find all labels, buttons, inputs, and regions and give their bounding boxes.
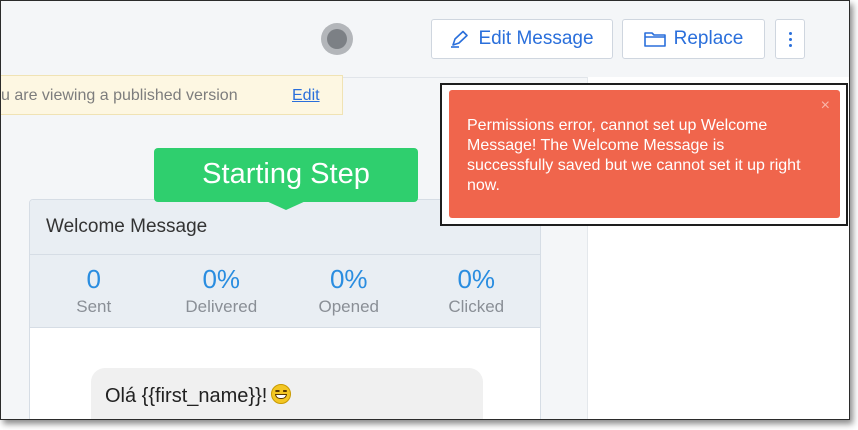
stat-label: Opened — [318, 297, 380, 316]
app-window: Edit Message Replace u are viewing a pub… — [0, 0, 850, 420]
stat-label: Clicked — [448, 297, 505, 316]
kebab-menu-icon — [788, 31, 792, 47]
top-toolbar: Edit Message Replace — [1, 1, 849, 78]
close-icon[interactable]: × — [821, 96, 830, 116]
message-preview-body: Olá {{first_name}}! — [105, 385, 268, 407]
published-version-notice: u are viewing a published version Edit — [1, 75, 343, 115]
folder-icon — [643, 30, 666, 48]
stats-row: 0 Sent 0% Delivered 0% Opened 0% Clicked — [30, 255, 540, 328]
replace-label: Replace — [673, 28, 744, 49]
stat-opened: 0% Opened — [285, 255, 413, 327]
grinning-face-icon — [271, 384, 292, 404]
stat-label: Sent — [76, 297, 112, 316]
stat-label: Delivered — [185, 297, 258, 316]
stat-value: 0% — [202, 264, 241, 294]
message-preview-bubble: Olá {{first_name}}! — [91, 368, 483, 419]
stat-value: 0% — [457, 264, 496, 294]
welcome-message-card[interactable]: Welcome Message 0 Sent 0% Delivered 0% O… — [29, 199, 541, 419]
error-toast-highlight: × Permissions error, cannot set up Welco… — [440, 83, 848, 226]
stat-value: 0 — [86, 264, 101, 294]
notice-text: u are viewing a published version — [1, 87, 238, 104]
message-preview-text: Olá {{first_name}}! — [105, 384, 292, 408]
edit-message-label: Edit Message — [478, 28, 594, 49]
stat-value: 0% — [329, 264, 368, 294]
notice-edit-link[interactable]: Edit — [292, 87, 320, 105]
pen-icon — [450, 30, 470, 48]
more-options-button[interactable] — [775, 19, 805, 59]
starting-step-banner: Starting Step — [154, 148, 418, 202]
error-toast: × Permissions error, cannot set up Welco… — [449, 90, 840, 218]
stat-clicked: 0% Clicked — [413, 255, 541, 327]
status-indicator — [321, 23, 353, 55]
stat-sent: 0 Sent — [30, 255, 158, 327]
replace-button[interactable]: Replace — [622, 19, 765, 59]
error-message: Permissions error, cannot set up Welcome… — [467, 117, 801, 194]
stat-delivered: 0% Delivered — [158, 255, 286, 327]
edit-message-button[interactable]: Edit Message — [431, 19, 613, 59]
